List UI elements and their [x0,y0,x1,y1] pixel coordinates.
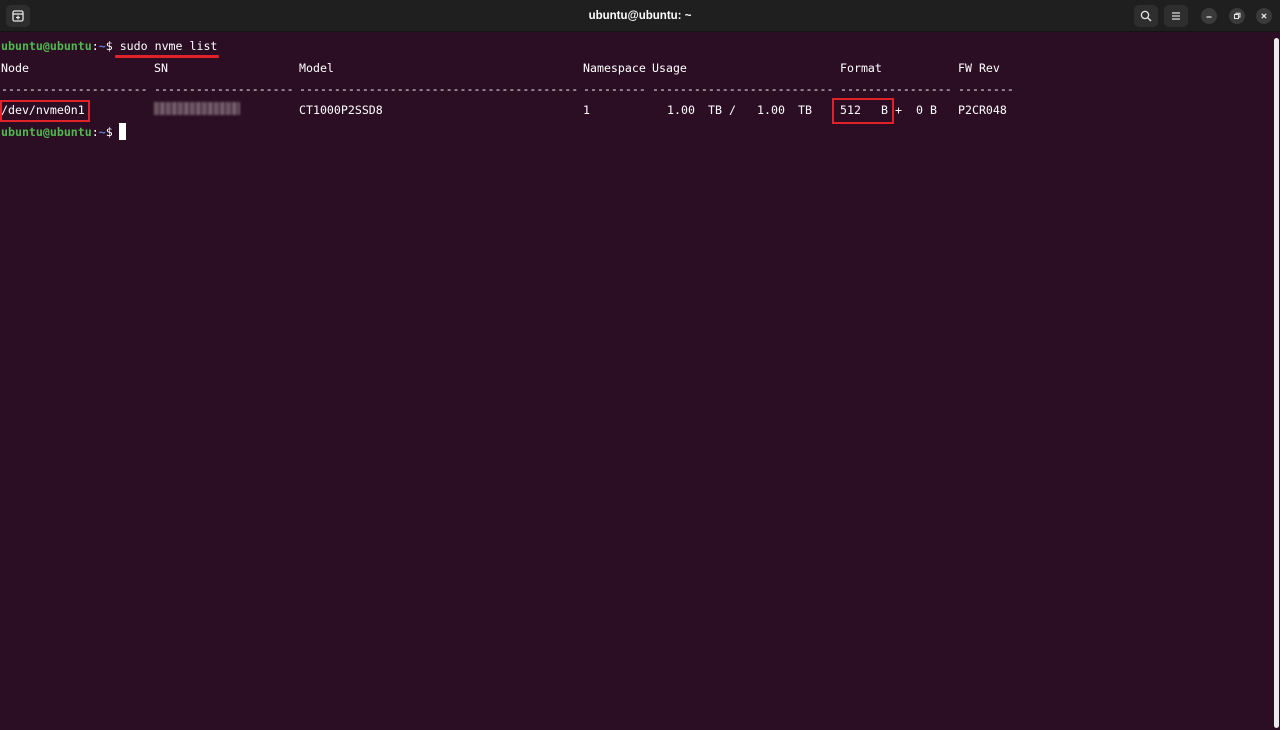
dash-fw-rev: -------- [958,82,1014,96]
prompt-separator: : [91,125,99,139]
new-tab-button[interactable] [6,5,30,27]
search-button[interactable] [1134,5,1158,27]
header-node: Node [1,61,29,75]
prompt-line-current: ubuntu@ubuntu:~$ [1,124,113,140]
terminal-scrollbar[interactable] [1272,32,1280,730]
command-text: sudo nvme list [119,39,218,53]
hamburger-menu-icon [1172,12,1180,20]
prompt-path: ~ [98,125,106,139]
row-namespace: 1 [583,103,590,117]
new-tab-icon [12,10,24,22]
row-format-plus: + [895,103,902,117]
dash-node: --------------------- [1,82,148,96]
row-usage-used-unit: TB [708,103,722,117]
prompt-symbol: $ [105,39,113,53]
dash-usage: -------------------------- [652,82,834,96]
prompt-line: ubuntu@ubuntu:~$ sudo nvme list [1,38,217,54]
dash-format: ---------------- [840,82,952,96]
menu-button[interactable] [1164,5,1188,27]
node-highlight-box [0,100,90,122]
format-highlight-box [832,98,894,124]
title-bar: ubuntu@ubuntu: ~ [0,0,1280,32]
row-usage-slash: / [729,103,736,117]
prompt-path: ~ [98,39,106,53]
window-title: ubuntu@ubuntu: ~ [588,10,692,22]
minimize-icon [1206,16,1212,18]
header-usage: Usage [652,61,687,75]
text-cursor [119,123,126,140]
close-icon [1261,13,1267,19]
header-model: Model [299,61,334,75]
prompt-symbol: $ [105,125,113,139]
command-underline-annotation [115,55,219,58]
row-format-meta: 0 B [916,103,937,117]
row-fw-rev: P2CR048 [958,103,1007,117]
prompt-separator: : [91,39,99,53]
header-fw-rev: FW Rev [958,61,1000,75]
row-model: CT1000P2SSD8 [299,103,383,117]
row-usage-total: 1.00 [757,103,785,117]
row-usage-used: 1.00 [667,103,695,117]
dash-sn: -------------------- [154,82,294,96]
prompt-user-host: ubuntu@ubuntu [1,125,92,139]
minimize-button[interactable] [1201,8,1217,24]
terminal-output[interactable]: ubuntu@ubuntu:~$ sudo nvme list Node SN … [0,32,1272,730]
header-sn: SN [154,61,168,75]
dash-model: ---------------------------------------- [299,82,579,96]
prompt-user-host: ubuntu@ubuntu [1,39,92,53]
header-format: Format [840,61,882,75]
restore-icon [1234,12,1241,19]
restore-button[interactable] [1229,8,1245,24]
close-button[interactable] [1256,8,1272,24]
search-icon [1140,10,1152,22]
dash-namespace: --------- [583,82,646,96]
redacted-serial-number [154,102,240,115]
header-namespace: Namespace [583,61,646,75]
scrollbar-thumb[interactable] [1274,38,1279,728]
row-usage-total-unit: TB [798,103,812,117]
